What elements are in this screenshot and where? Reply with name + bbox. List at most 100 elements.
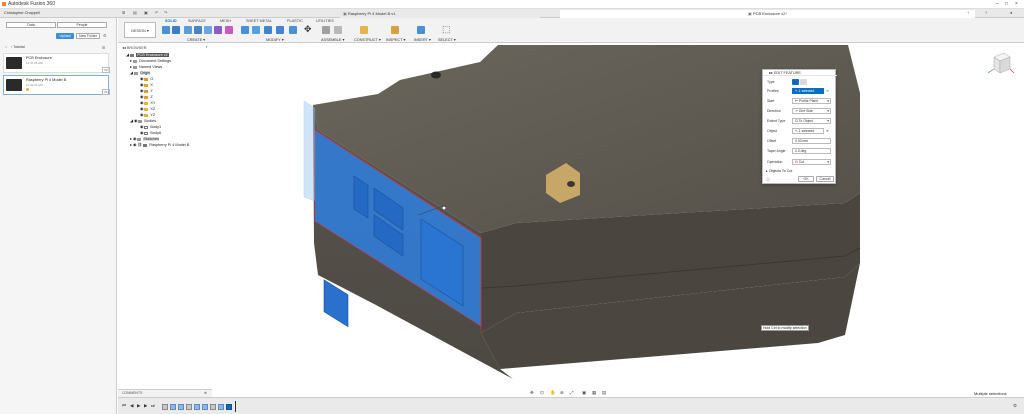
profiles-selection[interactable]: ↖ 1 selected xyxy=(792,88,824,94)
save-icon[interactable]: ▣ xyxy=(144,10,148,15)
timeline-marker[interactable] xyxy=(235,401,236,412)
group-assemble[interactable]: ASSEMBLE ▾ xyxy=(321,37,344,42)
timeline-fillet-icon[interactable] xyxy=(194,404,200,410)
new-component-icon[interactable] xyxy=(322,26,330,34)
maximize-icon[interactable]: □ xyxy=(1005,1,1008,7)
operation-select[interactable]: ⊟ Cut ▾ xyxy=(792,159,831,165)
timeline-features[interactable] xyxy=(162,403,232,411)
move-icon[interactable]: ✥ xyxy=(304,25,312,34)
timeline-component-icon[interactable] xyxy=(210,404,216,410)
timeline-settings-icon[interactable]: ⚙ xyxy=(1013,403,1017,409)
group-select[interactable]: SELECT ▾ xyxy=(438,37,456,42)
go-to-start-icon[interactable]: ⏮ xyxy=(122,403,126,408)
redo-icon[interactable]: ↷ xyxy=(164,10,167,15)
timeline-extrude-icon[interactable] xyxy=(170,404,176,410)
model-svg[interactable] xyxy=(118,43,1024,389)
timeline-joint-icon[interactable] xyxy=(218,404,224,410)
look-at-icon[interactable]: ⊡ xyxy=(540,390,544,396)
group-insert[interactable]: INSERT ▾ xyxy=(414,37,431,42)
pattern-icon[interactable] xyxy=(225,26,233,34)
object-selection[interactable]: ↖ 1 selected xyxy=(792,128,824,134)
pan-icon[interactable]: ✋ xyxy=(550,390,556,396)
objects-to-cut-section[interactable]: ▸ Objects To Cut xyxy=(766,169,792,173)
start-select[interactable]: ⊢ Profile Plane ▾ xyxy=(792,98,831,104)
step-forward-icon[interactable]: ▶ xyxy=(144,403,147,409)
play-icon[interactable]: ▶ xyxy=(137,403,140,409)
insert-image-icon[interactable] xyxy=(417,26,425,34)
zoom-icon[interactable]: ⊕ xyxy=(560,390,564,396)
minimize-icon[interactable]: – xyxy=(996,1,999,7)
combine-icon[interactable] xyxy=(276,26,284,34)
direction-select[interactable]: ↗ One Side ▾ xyxy=(792,108,831,114)
comments-bar[interactable]: COMMENTS ⊕ xyxy=(118,389,212,397)
new-tab-icon[interactable]: + xyxy=(967,10,969,15)
file-card-pcb-enclosure[interactable]: PCB Enclosure 11:47:25 AM V2 xyxy=(3,53,110,73)
tab-pcb-enclosure[interactable]: ▣ PCB Enclosure v2* xyxy=(560,10,975,18)
settings-gear-icon[interactable]: ⚙ xyxy=(103,33,107,38)
scale-icon[interactable] xyxy=(289,26,297,34)
segment-data[interactable]: Data xyxy=(6,22,56,28)
info-icon[interactable]: ⓘ xyxy=(766,177,770,183)
notification-icon[interactable]: ● xyxy=(1010,10,1012,15)
tab-raspberry-pi[interactable]: ▣ Raspberry Pi 4 Model B v1 xyxy=(340,10,540,18)
clear-selection-icon[interactable]: ✕ xyxy=(826,89,829,93)
press-pull-icon[interactable] xyxy=(241,26,249,34)
step-back-icon[interactable]: ◀ xyxy=(130,403,133,409)
timeline-sketch-icon[interactable] xyxy=(162,404,168,410)
extent-type-select[interactable]: ⊡ To Object ▾ xyxy=(792,118,831,124)
fit-icon[interactable]: ⤢ xyxy=(570,390,574,395)
dialog-header[interactable]: ▸▸ EDIT FEATURE xyxy=(763,70,837,76)
tab-utilities[interactable]: UTILITIES xyxy=(316,19,334,23)
viewports-icon[interactable]: ▤ xyxy=(602,390,606,396)
extrude-icon[interactable] xyxy=(172,26,180,34)
group-modify[interactable]: MODIFY ▾ xyxy=(266,37,284,42)
new-sketch-icon[interactable] xyxy=(162,26,170,34)
go-to-end-icon[interactable]: ⏭ xyxy=(151,403,155,408)
timeline-active-extrude-icon[interactable] xyxy=(226,404,232,410)
form-icon[interactable] xyxy=(214,26,222,34)
undo-icon[interactable]: ↶ xyxy=(155,10,158,15)
upload-button[interactable]: Upload xyxy=(56,33,74,39)
select-cursor-icon[interactable]: ⬚ xyxy=(442,25,451,34)
orbit-icon[interactable]: ✥ xyxy=(530,390,534,396)
group-inspect[interactable]: INSPECT ▾ xyxy=(386,37,405,42)
timeline-shell-icon[interactable] xyxy=(202,404,208,410)
tab-surface[interactable]: SURFACE xyxy=(188,19,206,23)
new-folder-button[interactable]: New Folder xyxy=(76,33,100,39)
close-icon[interactable]: × xyxy=(1015,1,1018,7)
group-create[interactable]: CREATE ▾ xyxy=(187,37,205,42)
user-name[interactable]: Christopher Chappell xyxy=(4,11,40,15)
tab-sheet-metal[interactable]: SHEET METAL xyxy=(246,19,272,23)
tab-plastic[interactable]: PLASTIC xyxy=(287,19,303,23)
timeline-sketch-icon[interactable] xyxy=(186,404,192,410)
offset-input[interactable]: 0.00 mm xyxy=(792,138,831,144)
file-card-raspberry-pi[interactable]: Raspberry Pi 4 Model B 11:32:21 AM V1 xyxy=(3,75,110,95)
view-cube[interactable] xyxy=(987,52,1015,74)
view-grid-icon[interactable]: ⊞ xyxy=(102,45,105,50)
sweep-icon[interactable] xyxy=(194,26,202,34)
loft-icon[interactable] xyxy=(204,26,212,34)
type-thin-extrude-button[interactable] xyxy=(800,79,807,85)
browser-item-raspberry-pi[interactable]: ▸ ◉ ⛓ Raspberry Pi 4 Model B xyxy=(126,142,211,148)
type-extrude-button[interactable] xyxy=(792,79,799,85)
workspace-switcher[interactable]: DESIGN ▾ xyxy=(124,22,156,38)
ok-button[interactable]: OK xyxy=(798,176,814,182)
help-icon[interactable]: ? xyxy=(985,10,987,15)
revolve-icon[interactable] xyxy=(184,26,192,34)
display-settings-icon[interactable]: ▣ xyxy=(582,390,586,396)
sketch-plane[interactable] xyxy=(303,100,316,202)
pin-icon[interactable]: ◐ xyxy=(206,45,208,49)
joint-icon[interactable] xyxy=(334,26,342,34)
manipulator-handle[interactable] xyxy=(441,205,447,211)
viewport-canvas[interactable] xyxy=(118,43,1024,389)
measure-icon[interactable] xyxy=(391,26,399,34)
cancel-button[interactable]: Cancel xyxy=(816,176,834,182)
browser-header[interactable]: ◂◂ BROWSER xyxy=(122,45,212,52)
timeline-extrude-icon[interactable] xyxy=(178,404,184,410)
shell-icon[interactable] xyxy=(264,26,272,34)
add-comment-icon[interactable]: ⊕ xyxy=(204,391,207,395)
tab-solid[interactable]: SOLID xyxy=(165,19,177,23)
grid-icon[interactable]: ⊞ xyxy=(122,10,125,15)
home-icon[interactable]: ⌂ xyxy=(5,45,7,49)
lid-hole[interactable] xyxy=(431,71,441,79)
